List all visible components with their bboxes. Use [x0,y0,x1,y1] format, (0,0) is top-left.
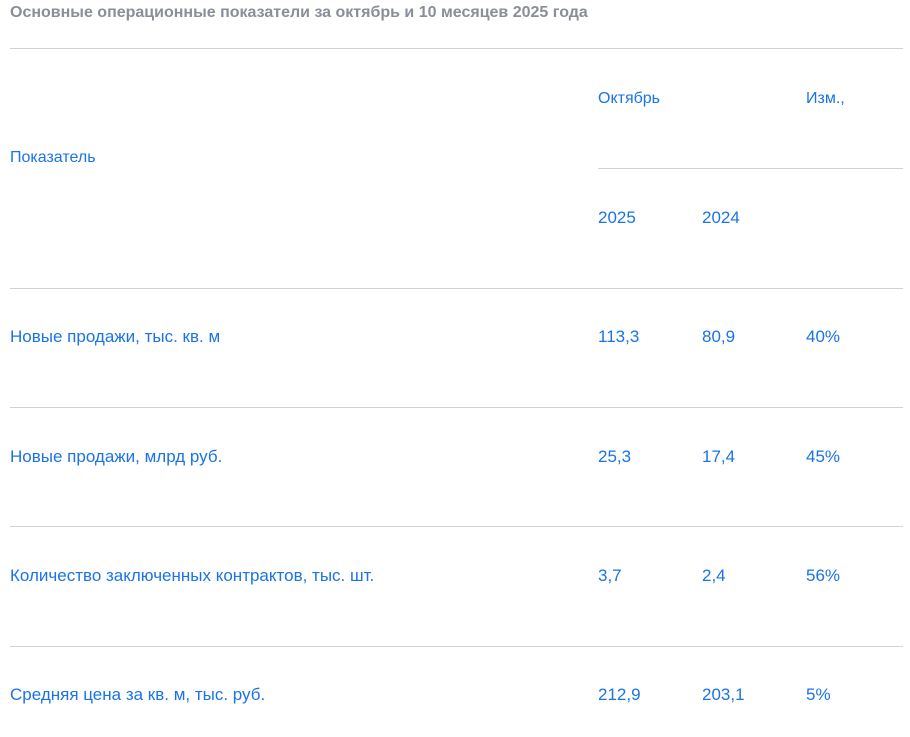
row-current: 3,7 [598,566,622,585]
row-label: Количество заключенных контрактов, тыс. … [10,566,375,585]
header-indicator: Показатель [10,149,96,166]
row-current: 212,9 [598,685,641,704]
row-current: 25,3 [598,447,632,466]
header-period: Октябрь [598,90,661,107]
row-previous: 17,4 [702,447,736,466]
header-subdivider [598,168,903,169]
row-previous: 2,4 [702,566,726,585]
header-year-previous: 2024 [702,208,740,227]
row-divider [10,407,903,408]
row-change: 40% [806,327,841,346]
row-label: Средняя цена за кв. м, тыс. руб. [10,685,266,704]
row-label: Новые продажи, тыс. кв. м [10,327,221,346]
page-title: Основные операционные показатели за октя… [10,4,588,21]
header-year-current: 2025 [598,208,636,227]
row-divider [10,526,903,527]
row-current: 113,3 [598,327,640,346]
row-divider [10,646,903,647]
table-top-divider [10,48,903,49]
row-change: 56% [806,566,841,585]
row-change: 5% [806,685,831,704]
row-label: Новые продажи, млрд руб. [10,447,223,466]
row-previous: 203,1 [702,685,745,704]
row-change: 45% [806,447,841,466]
header-change: Изм., [806,90,845,107]
header-bottom-divider [10,288,903,289]
row-previous: 80,9 [702,327,736,346]
